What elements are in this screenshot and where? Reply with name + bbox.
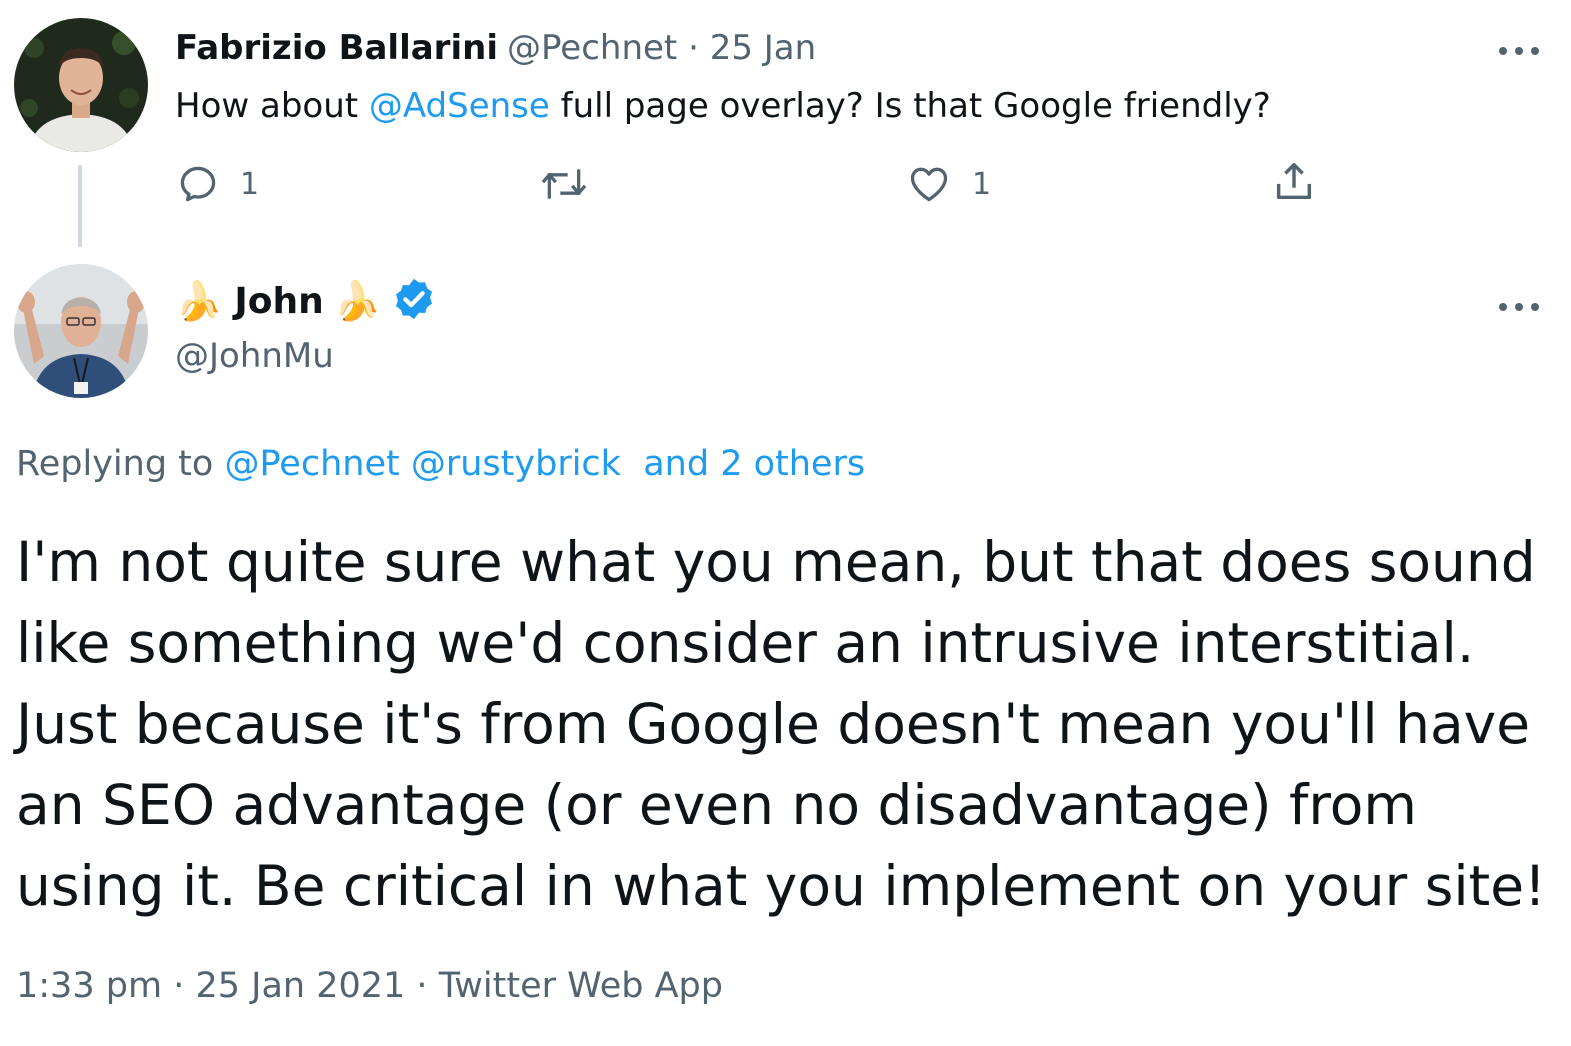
heart-icon <box>910 167 948 202</box>
tweet-source[interactable]: Twitter Web App <box>439 966 723 1006</box>
author-handle[interactable]: @Pechnet <box>507 28 677 68</box>
separator: · <box>173 966 185 1006</box>
share-button[interactable] <box>1271 158 1317 206</box>
reply-count: 1 <box>240 166 260 202</box>
avatar-fabrizio[interactable] <box>14 18 148 152</box>
tweet-handle-date: @Pechnet · 25 Jan <box>507 28 816 68</box>
author-name[interactable]: Fabrizio Ballarini <box>175 28 498 68</box>
replying-to: Replying to @Pechnet @rustybrick and 2 o… <box>16 444 865 484</box>
replying-prefix: Replying to <box>16 444 225 484</box>
tweet-text: I'm not quite sure what you mean, but th… <box>16 530 1547 918</box>
mention-link[interactable]: @rustybrick <box>411 444 621 484</box>
author-name[interactable]: John <box>234 281 323 322</box>
tweet-time[interactable]: 1:33 pm <box>16 966 162 1006</box>
author-name-row: 🍌 John 🍌 <box>175 276 437 326</box>
like-button[interactable]: 1 <box>906 162 991 206</box>
separator: · <box>688 28 699 68</box>
tweet-metadata: 1:33 pm · 25 Jan 2021 · Twitter Web App <box>16 966 723 1006</box>
tweet-date[interactable]: 25 Jan 2021 <box>195 966 405 1006</box>
more-horizontal-icon[interactable] <box>1497 34 1541 57</box>
thread-connector <box>78 165 82 247</box>
tweet-text-part: full page overlay? Is that Google friend… <box>549 86 1271 126</box>
mention-link[interactable]: @Pechnet <box>224 444 399 484</box>
share-icon <box>1276 163 1312 200</box>
separator: · <box>416 966 428 1006</box>
more-horizontal-icon[interactable] <box>1497 290 1541 313</box>
retweet-icon <box>541 169 587 199</box>
mention-link[interactable]: @AdSense <box>369 86 550 126</box>
author-handle[interactable]: @JohnMu <box>175 336 334 376</box>
banana-emoji: 🍌 <box>175 278 223 323</box>
reply-icon <box>180 166 216 202</box>
tweet-date[interactable]: 25 Jan <box>710 28 816 68</box>
retweet-button[interactable] <box>538 162 590 206</box>
others-link[interactable]: and 2 others <box>643 444 865 484</box>
avatar-john[interactable] <box>14 264 148 398</box>
verified-badge-icon <box>391 276 437 326</box>
like-count: 1 <box>972 166 992 202</box>
tweet-text-part: How about <box>175 86 369 126</box>
banana-emoji: 🍌 <box>333 278 382 323</box>
reply-button[interactable]: 1 <box>176 162 259 206</box>
tweet-text: How about @AdSense full page overlay? Is… <box>175 86 1271 126</box>
